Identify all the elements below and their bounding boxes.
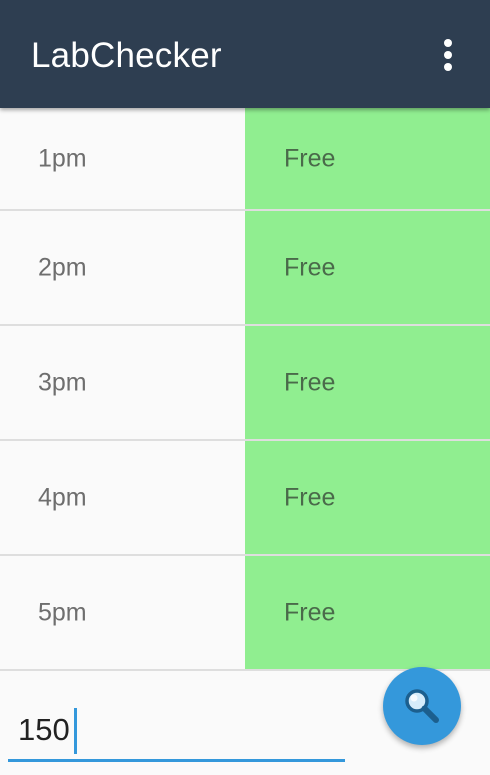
text-cursor [74, 708, 77, 754]
schedule-row-1pm: 1pm Free [0, 108, 490, 211]
time-label: 5pm [38, 598, 87, 626]
toolbar: LabChecker [0, 0, 490, 108]
app-screen: LabChecker 1pm Free 2pm Free 3pm Free 4p… [0, 0, 490, 775]
status-cell: Free [245, 326, 490, 439]
status-cell: Free [245, 108, 490, 209]
schedule-row-5pm: 5pm Free [0, 556, 490, 671]
status-label: Free [284, 253, 336, 281]
overflow-menu-button[interactable] [430, 34, 466, 76]
time-cell: 1pm [0, 108, 245, 209]
app-title: LabChecker [31, 36, 222, 75]
search-icon [405, 689, 439, 723]
status-label: Free [284, 144, 336, 172]
status-label: Free [284, 368, 336, 396]
schedule-row-3pm: 3pm Free [0, 326, 490, 441]
room-input-underline [8, 700, 345, 762]
status-cell: Free [245, 211, 490, 324]
schedule-row-4pm: 4pm Free [0, 441, 490, 556]
time-label: 2pm [38, 253, 87, 281]
search-button[interactable] [383, 667, 461, 745]
schedule-row-2pm: 2pm Free [0, 211, 490, 326]
status-label: Free [284, 598, 336, 626]
time-label: 3pm [38, 368, 87, 396]
room-number-input[interactable] [18, 710, 318, 750]
time-cell: 3pm [0, 326, 245, 439]
schedule-list: 1pm Free 2pm Free 3pm Free 4pm Free 5pm … [0, 108, 490, 671]
time-cell: 5pm [0, 556, 245, 669]
status-cell: Free [245, 441, 490, 554]
status-label: Free [284, 483, 336, 511]
time-label: 1pm [38, 144, 87, 172]
time-cell: 4pm [0, 441, 245, 554]
status-cell: Free [245, 556, 490, 669]
time-cell: 2pm [0, 211, 245, 324]
time-label: 4pm [38, 483, 87, 511]
